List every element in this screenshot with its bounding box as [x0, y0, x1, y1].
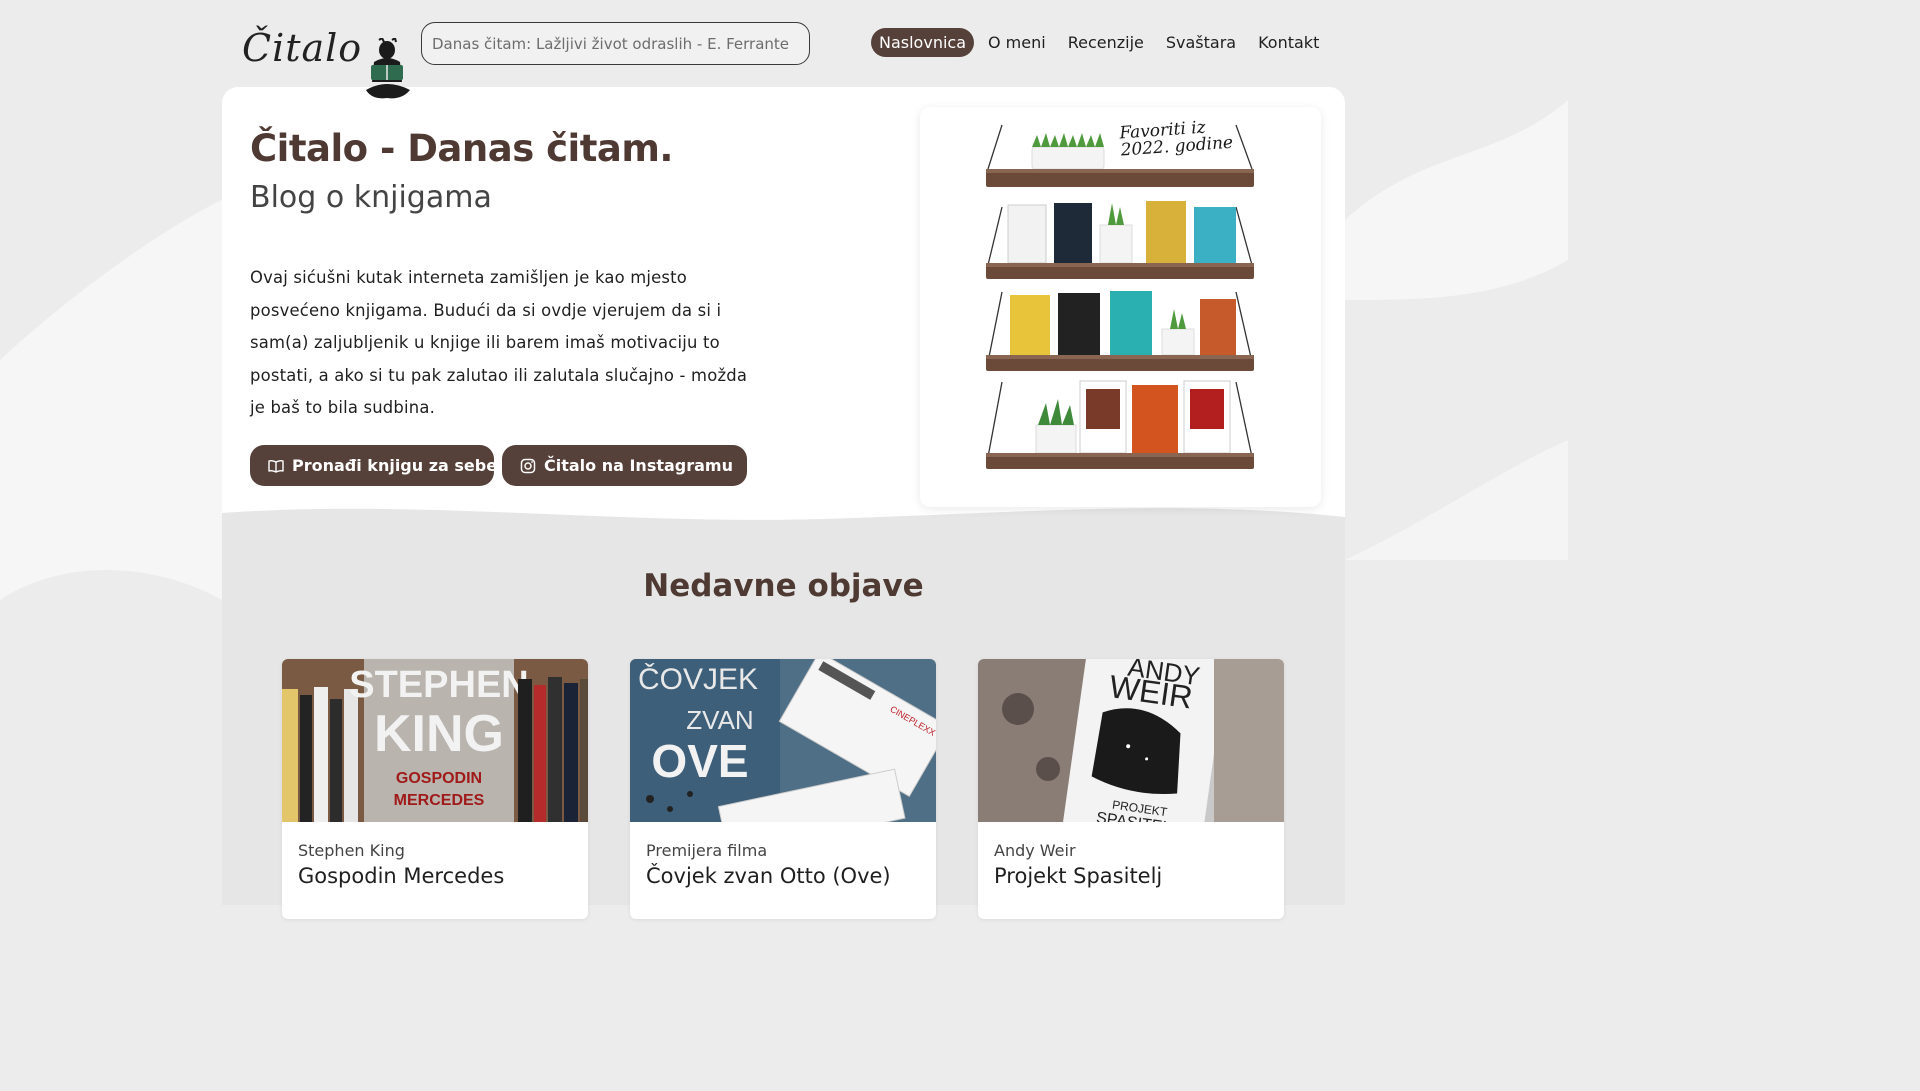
find-book-label: Pronađi knjigu za sebe: [292, 456, 498, 475]
cover-line-2: KING: [374, 705, 504, 763]
bookshelf-illustration: [986, 124, 1254, 469]
post-category: Andy Weir: [994, 841, 1076, 860]
nav-item-naslovnica[interactable]: Naslovnica: [871, 28, 974, 57]
main-nav: Naslovnica O meni Recenzije Svaštara Kon…: [871, 28, 1327, 57]
post-card[interactable]: ČOVJEK ZVAN OVE CINEPLEXX Premijera film…: [630, 659, 936, 919]
post-title[interactable]: Projekt Spasitelj: [994, 864, 1162, 888]
instagram-label: Čitalo na Instagramu: [544, 456, 733, 475]
logo-text: Čitalo: [242, 26, 363, 70]
hero-subtitle: Blog o knjigama: [250, 180, 492, 215]
site-logo[interactable]: Čitalo: [238, 20, 418, 100]
book-icon: [268, 459, 284, 473]
post-image-covjek-zvan-otto: ČOVJEK ZVAN OVE CINEPLEXX: [630, 659, 936, 822]
recent-posts-section: Nedavne objave STEPHEN KING GOSPODIN MER…: [222, 499, 1345, 919]
post-card[interactable]: STEPHEN KING GOSPODIN MERCEDES Stephen K…: [282, 659, 588, 919]
post-title[interactable]: Gospodin Mercedes: [298, 864, 504, 888]
favorites-shelf-image[interactable]: Favoriti iz 2022. godine: [920, 107, 1321, 507]
hero-title: Čitalo - Danas čitam.: [250, 127, 674, 170]
post-category: Premijera filma: [646, 841, 768, 860]
cover-line-1: STEPHEN: [349, 664, 528, 706]
post-card[interactable]: ANDY WEIR PROJEKT SPASITELJ Andy Weir Pr…: [978, 659, 1284, 919]
cover-line-4: MERCEDES: [394, 792, 485, 809]
post-category: Stephen King: [298, 841, 405, 860]
instagram-button[interactable]: Čitalo na Instagramu: [502, 445, 747, 486]
cover-line-2: ZVAN: [686, 705, 753, 735]
nav-item-svastara[interactable]: Svaštara: [1158, 28, 1244, 57]
search-input[interactable]: [421, 22, 810, 65]
nav-item-kontakt[interactable]: Kontakt: [1250, 28, 1327, 57]
hero-description: Ovaj sićušni kutak interneta zamišljen j…: [250, 268, 748, 418]
cover-line-3: GOSPODIN: [396, 770, 482, 787]
find-book-button[interactable]: Pronađi knjigu za sebe: [250, 445, 498, 486]
site-header: Čitalo Naslovnica O meni Recenzije Svašt…: [0, 0, 1568, 99]
cover-line-1: ČOVJEK: [638, 662, 758, 696]
reader-figure-icon: [366, 38, 410, 99]
nav-item-recenzije[interactable]: Recenzije: [1060, 28, 1152, 57]
nav-item-o-meni[interactable]: O meni: [980, 28, 1054, 57]
instagram-icon: [520, 458, 536, 473]
cover-line-3: OVE: [651, 735, 748, 787]
post-image-andy-weir: ANDY WEIR PROJEKT SPASITELJ: [978, 659, 1284, 822]
recent-posts-title: Nedavne objave: [643, 568, 924, 604]
post-title[interactable]: Čovjek zvan Otto (Ove): [646, 864, 891, 888]
post-image-stephen-king: STEPHEN KING GOSPODIN MERCEDES: [282, 659, 588, 822]
